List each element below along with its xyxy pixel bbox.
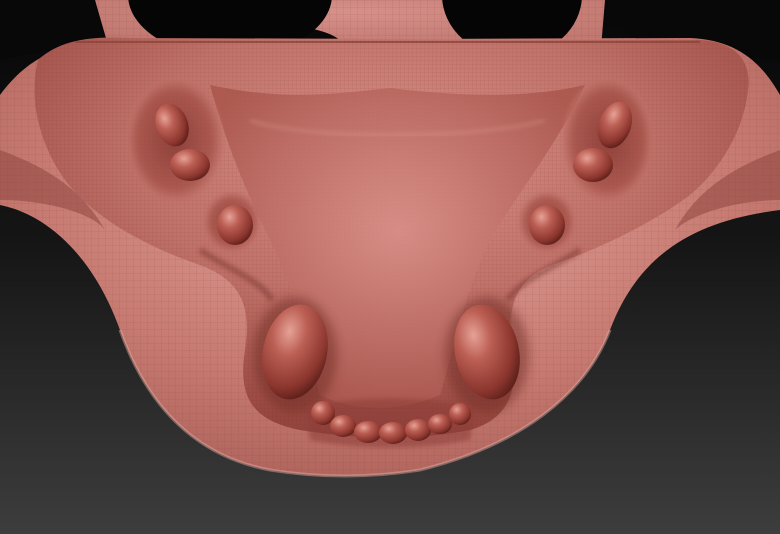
front-bump-row bbox=[305, 398, 475, 448]
zbrush-3d-viewport[interactable] bbox=[0, 0, 780, 534]
sculpt-canvas[interactable] bbox=[0, 0, 780, 534]
